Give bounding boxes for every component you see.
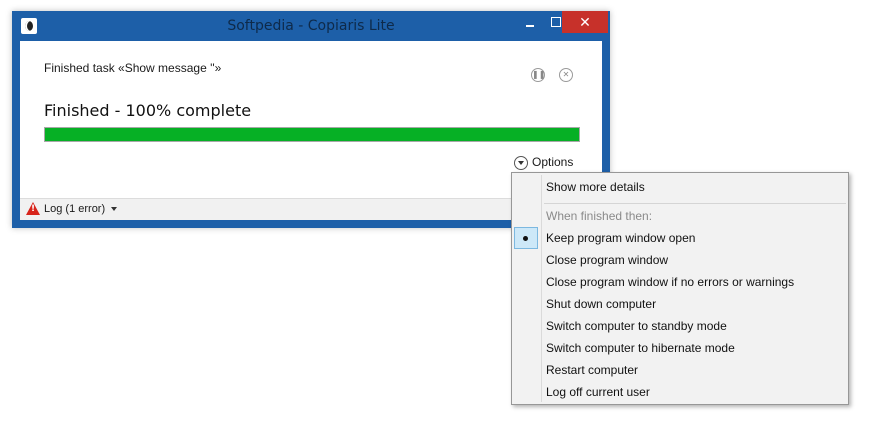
menu-item-label: Close program window: [546, 253, 669, 267]
status-text: Finished - 100% complete: [44, 101, 252, 120]
close-button[interactable]: ✕: [562, 11, 608, 33]
menu-item-label: Shut down computer: [546, 297, 657, 311]
pause-icon[interactable]: ❚❚: [531, 68, 545, 82]
menu-item-keep-open[interactable]: Keep program window open: [514, 227, 846, 249]
menu-item-label: Switch computer to hibernate mode: [546, 341, 735, 355]
options-label: Options: [532, 155, 574, 169]
menu-item-show-more-details[interactable]: Show more details: [514, 176, 846, 198]
options-menu: Show more details When finished then: Ke…: [511, 172, 849, 405]
options-button[interactable]: Options: [514, 155, 573, 171]
minimize-button[interactable]: [516, 11, 544, 33]
warning-icon: [26, 202, 40, 215]
menu-item-close-if-no-errors[interactable]: Close program window if no errors or war…: [514, 271, 846, 293]
caret-down-icon: [111, 206, 118, 211]
menu-item-label: Switch computer to standby mode: [546, 319, 727, 333]
menu-item-close-window[interactable]: Close program window: [514, 249, 846, 271]
menu-header: When finished then:: [546, 209, 653, 223]
title-bar[interactable]: Softpedia - Copiaris Lite ✕: [12, 11, 610, 41]
menu-item-hibernate[interactable]: Switch computer to hibernate mode: [514, 337, 846, 359]
task-label: Finished task «Show message ''»: [44, 61, 222, 75]
menu-item-shut-down[interactable]: Shut down computer: [514, 293, 846, 315]
menu-item-log-off[interactable]: Log off current user: [514, 381, 846, 403]
stop-icon[interactable]: ✕: [559, 68, 573, 82]
menu-item-label: Log off current user: [546, 385, 650, 399]
menu-item-restart[interactable]: Restart computer: [514, 359, 846, 381]
menu-item-standby[interactable]: Switch computer to standby mode: [514, 315, 846, 337]
progress-bar: [44, 127, 580, 142]
log-button[interactable]: Log (1 error): [26, 202, 118, 215]
menu-item-label: Keep program window open: [546, 231, 696, 245]
progress-fill: [45, 128, 579, 141]
radio-dot-icon: [514, 227, 538, 249]
menu-item-label: Close program window if no errors or war…: [546, 275, 795, 289]
log-label: Log (1 error): [44, 202, 106, 215]
menu-separator: [544, 203, 846, 204]
chevron-down-circle-icon: [514, 155, 528, 170]
menu-item-label: Restart computer: [546, 363, 639, 377]
